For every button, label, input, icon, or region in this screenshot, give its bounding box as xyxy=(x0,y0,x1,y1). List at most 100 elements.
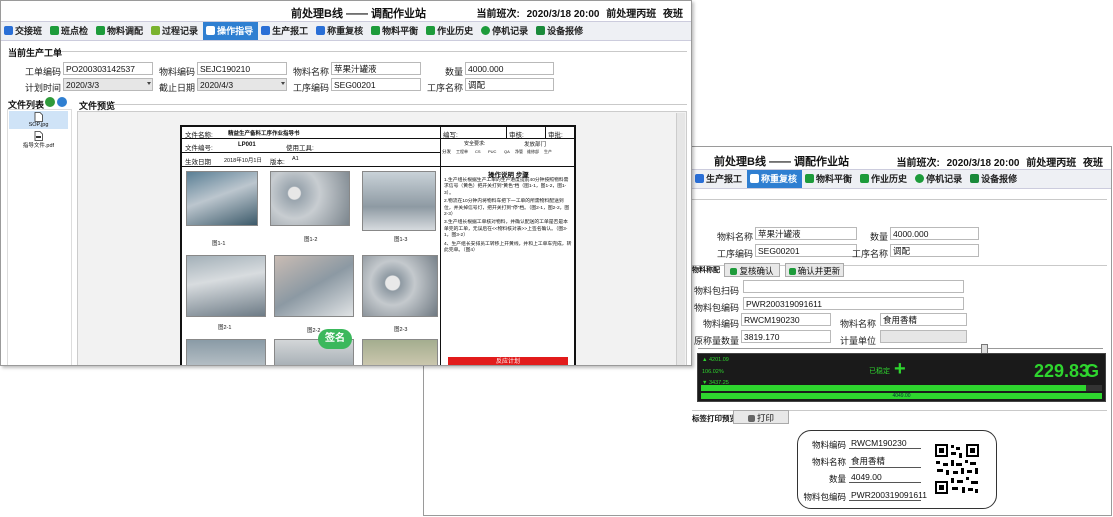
tab-operation-guide[interactable]: 操作指导 xyxy=(203,22,259,40)
confirm-update-button[interactable]: 确认并更新 xyxy=(785,263,844,277)
doc-dept-col: PUC xyxy=(488,149,497,154)
recheck-confirm-button[interactable]: 复核确认 xyxy=(724,263,780,277)
shift-info: 当前班次: 2020/3/18 20:00 前处理丙班 夜班 xyxy=(892,154,1103,169)
tab-equipment-repair[interactable]: 设备报修 xyxy=(967,170,1022,188)
tab-downtime-record[interactable]: 停机记录 xyxy=(478,22,533,40)
qty-field[interactable]: 4000.000 xyxy=(890,227,979,240)
check-icon xyxy=(730,268,738,275)
photo-caption: 图2-2 xyxy=(307,328,321,334)
refresh-icon[interactable] xyxy=(45,97,55,107)
doc-dept-col: 生产 xyxy=(544,149,552,154)
photo-caption: 图1-3 xyxy=(394,237,408,243)
qty-field[interactable]: 4000.000 xyxy=(465,62,554,75)
process-name-field[interactable]: 调配 xyxy=(890,244,979,257)
tab-job-history[interactable]: 作业历史 xyxy=(423,22,478,40)
history-icon xyxy=(860,174,870,183)
photo-2-2 xyxy=(274,255,354,317)
scale-icon xyxy=(316,26,326,35)
downtime-icon xyxy=(481,26,491,35)
doc-tools-label: 使用工具: xyxy=(286,145,314,152)
process-code-field[interactable]: SEG00201 xyxy=(331,78,421,91)
material-name-field[interactable]: 苹果汁罐液 xyxy=(331,62,421,75)
pkg-code-field[interactable]: PWR200319091611 xyxy=(743,297,964,310)
pkg-code-label: 物料包编码 xyxy=(694,303,740,313)
doc-file-no-label: 文件编号: xyxy=(185,145,213,152)
scale-display: ▲ 4201.09 106.02% ▼ 3437.25 已稳定 + 229.83… xyxy=(697,353,1106,402)
window-title-bar: 前处理B线 —— 调配作业站 当前班次: 2020/3/18 20:00 前处理… xyxy=(1,1,691,21)
file-item-pdf[interactable]: 指导文件.pdf xyxy=(9,130,68,149)
due-date-field[interactable]: 2020/4/3 xyxy=(197,78,287,91)
doc-file-name: 精益生产备料工序作业指导书 xyxy=(228,131,300,137)
record-icon xyxy=(151,26,161,35)
search-icon[interactable] xyxy=(57,97,67,107)
step-item: 1.生产组长根据生产工单的生产进度提前40分钟按照物料需求信号（黄色）把开关打到… xyxy=(444,178,569,196)
process-code-field[interactable]: SEG00201 xyxy=(755,244,857,257)
weight-value-bar: 4049.00 xyxy=(701,393,1102,399)
plan-time-field[interactable]: 2020/3/3 xyxy=(63,78,153,91)
doc-grid-line xyxy=(182,166,574,167)
material-name-field[interactable]: 苹果汁罐液 xyxy=(755,227,857,240)
order-code-field[interactable]: PO200303142537 xyxy=(63,62,153,75)
divider xyxy=(111,104,687,105)
tab-material-balance[interactable]: 物料平衡 xyxy=(802,170,857,188)
doc-dept-col: 维修部 xyxy=(527,149,539,154)
tab-material-dispatch[interactable]: 物料调配 xyxy=(93,22,148,40)
tab-equipment-repair[interactable]: 设备报修 xyxy=(533,22,588,40)
tab-handover[interactable]: 交接班 xyxy=(1,22,47,40)
orig-qty-field[interactable]: 3819.170 xyxy=(741,330,831,343)
mat-name-field[interactable]: 食用香精 xyxy=(880,313,967,326)
doc-author-label: 编写: xyxy=(443,132,458,139)
doc-effective-label: 生效日期 xyxy=(185,159,211,166)
tab-process-record[interactable]: 过程记录 xyxy=(148,22,203,40)
tab-production-report[interactable]: 生产报工 xyxy=(258,22,313,40)
tab-production-report[interactable]: 生产报工 xyxy=(692,170,747,188)
qr-code-icon xyxy=(934,443,980,495)
tab-bar: 交接班 班点检 物料调配 过程记录 操作指导 生产报工 称重复核 物料平衡 作业历史 停机记录 设备… xyxy=(1,21,691,41)
percent: 106.02% xyxy=(702,369,724,375)
tab-material-balance[interactable]: 物料平衡 xyxy=(368,22,423,40)
doc-version-label: 版本: xyxy=(270,159,285,166)
tab-shift-check[interactable]: 班点检 xyxy=(47,22,93,40)
tab-job-history[interactable]: 作业历史 xyxy=(857,170,912,188)
material-icon xyxy=(96,26,106,35)
process-name-field[interactable]: 调配 xyxy=(465,78,554,91)
photo-1-3 xyxy=(362,171,436,231)
photo-3-1 xyxy=(186,339,266,365)
sop-document: 文件名称: 精益生产备料工序作业指导书 编写: 审核: 审批: 文件编号: LP… xyxy=(180,125,576,365)
tab-weigh-recheck[interactable]: 称重复核 xyxy=(747,170,803,188)
report-icon xyxy=(695,174,704,183)
unit-field[interactable] xyxy=(880,330,967,343)
pkg-scan-input[interactable] xyxy=(743,280,964,293)
checklist-icon xyxy=(50,26,60,35)
tab-downtime-record[interactable]: 停机记录 xyxy=(912,170,967,188)
shift-label: 当前班次: xyxy=(476,9,520,20)
tab-weigh-recheck[interactable]: 称重复核 xyxy=(313,22,368,40)
weight-slider-track[interactable] xyxy=(698,348,1103,349)
doc-dept-col: QA xyxy=(504,149,510,154)
material-code-field[interactable]: SEJC190210 xyxy=(197,62,287,75)
reaction-plan-bar: 反应计划 xyxy=(448,357,568,365)
weigh-section-title: 物料称配 xyxy=(692,267,720,274)
order-code-label: 工单编码 xyxy=(24,67,61,77)
file-preview-area: 文件名称: 精益生产备料工序作业指导书 编写: 审核: 审批: 文件编号: LP… xyxy=(77,111,687,365)
vertical-scrollbar[interactable] xyxy=(676,113,685,365)
scale-icon xyxy=(750,174,760,183)
doc-effective: 2018年10月1日 xyxy=(224,158,262,164)
downtime-icon xyxy=(915,174,925,183)
balance-icon xyxy=(805,174,815,183)
doc-approve-label: 审批: xyxy=(548,132,563,139)
file-item-sop[interactable]: SOP.jpg xyxy=(9,111,68,129)
material-code-label: 物料编码 xyxy=(158,67,195,77)
pdf-file-icon xyxy=(34,131,43,141)
weight-progress-track xyxy=(701,385,1102,391)
print-button[interactable]: 打印 xyxy=(733,410,789,424)
doc-file-name-label: 文件名称: xyxy=(185,132,213,139)
weight-value: 229.83 xyxy=(1034,361,1090,381)
mat-code-field[interactable]: RWCM190230 xyxy=(741,313,831,326)
doc-version: A1 xyxy=(292,156,299,162)
card-qty: 4049.00 xyxy=(849,472,921,483)
history-icon xyxy=(426,26,436,35)
doc-file-no: LP001 xyxy=(238,142,256,148)
photo-caption: 图2-1 xyxy=(218,325,232,331)
file-icon xyxy=(34,112,43,122)
